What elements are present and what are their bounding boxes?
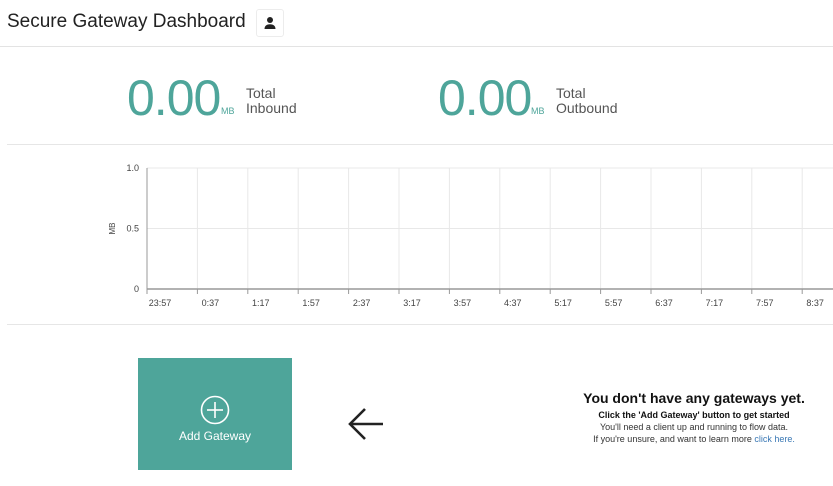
- empty-state-line2-text: If you're unsure, and want to learn more: [593, 434, 755, 444]
- learn-more-link[interactable]: click here.: [754, 434, 795, 444]
- chart-divider: [7, 324, 833, 325]
- plus-circle-icon: [200, 395, 230, 425]
- inbound-unit: MB: [221, 106, 235, 116]
- x-tick-label: 3:17: [403, 298, 421, 308]
- x-tick-label: 5:17: [554, 298, 572, 308]
- arrow-left-icon: [348, 408, 383, 440]
- empty-state-line1: You'll need a client up and running to f…: [599, 422, 789, 432]
- page-header: Secure Gateway Dashboard: [0, 0, 833, 47]
- y-tick-label: 0.5: [126, 224, 139, 234]
- outbound-label-line2: Outbound: [556, 100, 618, 116]
- x-tick-label: 2:37: [353, 298, 371, 308]
- empty-state-line2: If you're unsure, and want to learn more…: [560, 433, 828, 445]
- add-gateway-button[interactable]: Add Gateway: [138, 358, 292, 470]
- traffic-chart: 1.0 0.5 0 23:57 0:37 1:17 1:57 2:37 3:17 3:57 4:37…: [108, 163, 833, 308]
- y-axis-label: MB: [108, 223, 117, 235]
- x-tick-label: 4:37: [504, 298, 522, 308]
- x-tick-label: 7:17: [706, 298, 724, 308]
- outbound-value: 0.00: [438, 70, 532, 126]
- y-tick-label: 1.0: [126, 163, 139, 173]
- x-tick-label: 7:57: [756, 298, 774, 308]
- inbound-label: Total Inbound: [246, 86, 297, 116]
- x-tick-label: 8:37: [806, 298, 824, 308]
- x-tick-label: 0:37: [202, 298, 220, 308]
- inbound-label-line2: Inbound: [246, 100, 297, 116]
- x-tick-label: 1:17: [252, 298, 270, 308]
- empty-state-heading: You don't have any gateways yet.: [583, 390, 805, 406]
- inbound-label-line1: Total: [246, 85, 276, 101]
- x-tick-label: 3:57: [454, 298, 472, 308]
- empty-state: You don't have any gateways yet. Click t…: [560, 390, 828, 445]
- stats-divider: [7, 144, 833, 145]
- x-tick-label: 6:37: [655, 298, 673, 308]
- x-tick-label: 5:57: [605, 298, 623, 308]
- add-gateway-label: Add Gateway: [178, 429, 252, 443]
- outbound-label: Total Outbound: [556, 86, 618, 116]
- outbound-unit: MB: [531, 106, 545, 116]
- page-title: Secure Gateway Dashboard: [7, 11, 246, 32]
- inbound-value: 0.00: [127, 70, 221, 126]
- person-icon: [264, 17, 276, 29]
- y-tick-label: 0: [134, 284, 139, 294]
- outbound-label-line1: Total: [556, 85, 586, 101]
- empty-state-subheading: Click the 'Add Gateway' button to get st…: [598, 410, 790, 420]
- x-tick-label: 23:57: [149, 298, 172, 308]
- user-menu-button[interactable]: [256, 9, 284, 37]
- x-tick-label: 1:57: [302, 298, 320, 308]
